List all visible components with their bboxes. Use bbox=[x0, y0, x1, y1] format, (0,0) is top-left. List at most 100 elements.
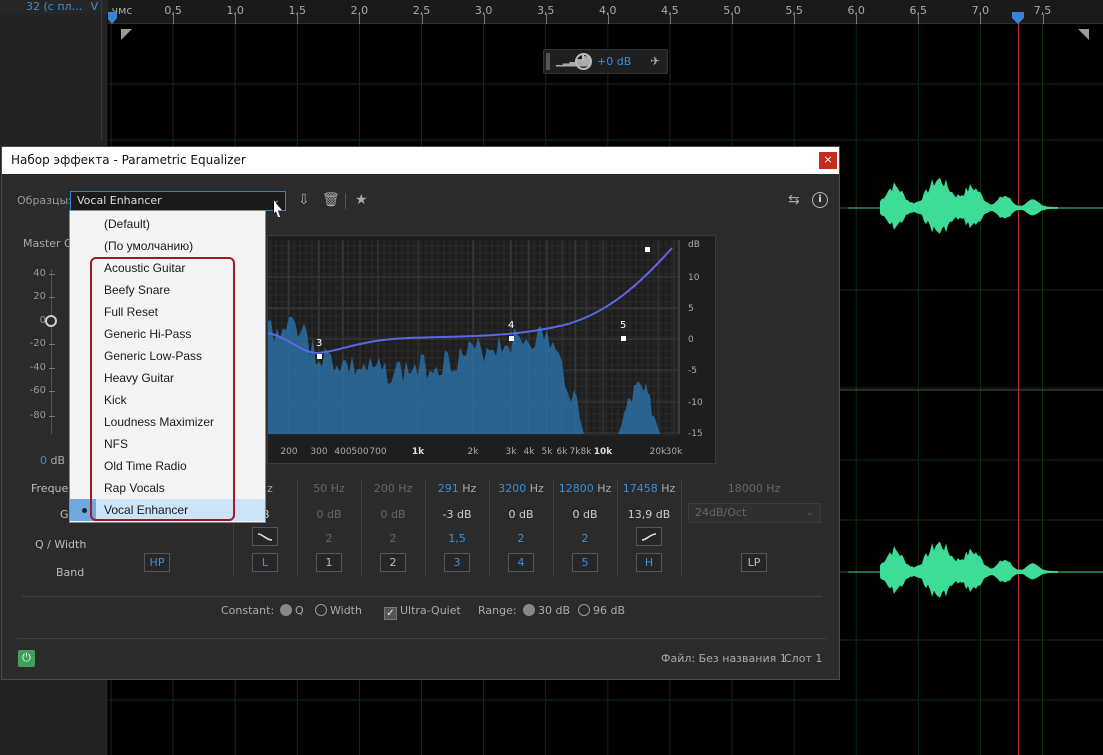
preset-option-label: NFS bbox=[104, 437, 128, 451]
band-frequency[interactable]: 200 Hz bbox=[361, 482, 425, 495]
band-button-h[interactable]: H bbox=[636, 553, 662, 572]
preset-option[interactable]: (Default) bbox=[70, 213, 265, 235]
band-gain-value: 0 bbox=[380, 508, 388, 521]
preset-option[interactable]: Generic Low-Pass bbox=[70, 345, 265, 367]
slope-select[interactable]: 24dB/Oct ⌄ bbox=[688, 503, 821, 523]
preset-option[interactable]: (По умолчанию) bbox=[70, 235, 265, 257]
preset-option[interactable]: Old Time Radio bbox=[70, 455, 265, 477]
track-label-extra: V bbox=[90, 0, 99, 13]
presets-dropdown[interactable]: Vocal Enhancer Rap Vocals Old Time Radio NF… bbox=[69, 210, 266, 523]
band-frequency-value: 17458 bbox=[622, 482, 658, 495]
db-unit: dB bbox=[326, 508, 342, 521]
band-frequency[interactable]: 50 Hz bbox=[297, 482, 361, 495]
band-q[interactable]: 2 bbox=[489, 532, 553, 545]
master-gain-knob[interactable] bbox=[45, 315, 57, 327]
band-button-2[interactable]: 2 bbox=[380, 553, 406, 572]
info-icon[interactable]: i bbox=[812, 192, 828, 208]
band-button-5[interactable]: 5 bbox=[572, 553, 598, 572]
constant-width-radio[interactable]: Width bbox=[315, 604, 362, 617]
master-gain-value[interactable]: 0 dB bbox=[40, 454, 65, 467]
scale-tick bbox=[49, 297, 55, 298]
presets-select[interactable]: Vocal Enhancer ⌄ bbox=[70, 191, 286, 211]
band-frequency[interactable]: 3200 Hz bbox=[489, 482, 553, 495]
preset-option[interactable]: Kick bbox=[70, 389, 265, 411]
band-frequency-value: 12800 bbox=[558, 482, 594, 495]
band-frequency[interactable]: 18000 Hz bbox=[722, 482, 786, 495]
trash-icon[interactable]: 🗑 bbox=[322, 192, 340, 208]
constant-label: Constant: bbox=[221, 604, 275, 617]
star-icon[interactable]: ★ bbox=[355, 192, 368, 208]
graph-hz-label: 8k bbox=[581, 447, 593, 457]
preset-option-label: Beefy Snare bbox=[104, 283, 171, 297]
hz-unit: Hz bbox=[661, 482, 676, 495]
divider bbox=[17, 638, 827, 639]
routing-icon[interactable]: ⇆ bbox=[788, 192, 800, 208]
preset-option[interactable]: Generic Hi-Pass bbox=[70, 323, 265, 345]
selection-marker bbox=[70, 213, 96, 235]
toolbar-separator bbox=[345, 193, 346, 209]
ultra-quiet-checkbox[interactable]: ✓ Ultra-Quiet bbox=[384, 604, 461, 620]
hp-button[interactable]: HP bbox=[144, 553, 170, 572]
preset-option-label: Rap Vocals bbox=[104, 481, 165, 495]
band-gain[interactable]: -3 dB bbox=[425, 508, 489, 521]
power-icon[interactable]: ⏻ bbox=[18, 650, 35, 667]
band-frequency[interactable]: 12800 Hz bbox=[553, 482, 617, 495]
low-shelf-icon[interactable] bbox=[252, 527, 278, 546]
band-gain[interactable]: 0 dB bbox=[553, 508, 617, 521]
range-30-radio[interactable]: 30 dB bbox=[523, 604, 570, 617]
preset-option-label: Full Reset bbox=[104, 305, 159, 319]
preset-option[interactable]: Full Reset bbox=[70, 301, 265, 323]
band-q[interactable]: 2 bbox=[297, 532, 361, 545]
band-q[interactable]: 2 bbox=[361, 532, 425, 545]
scale-tick bbox=[49, 416, 55, 417]
preset-option-label: Loudness Maximizer bbox=[104, 415, 215, 429]
range-96-radio[interactable]: 96 dB bbox=[578, 604, 625, 617]
band-frequency[interactable]: 291 Hz bbox=[425, 482, 489, 495]
selection-marker bbox=[70, 301, 96, 323]
graph-db-label: 10 bbox=[688, 273, 700, 283]
high-shelf-icon[interactable] bbox=[636, 527, 662, 546]
preset-option[interactable]: NFS bbox=[70, 433, 265, 455]
graph-hz-label: 1k bbox=[412, 447, 425, 457]
eq-curve-plot[interactable]: 3 4 5 dB 10 5 0 -5 -10 -15 200 300 400 500 700 1k 2k 3k 4k… bbox=[268, 236, 717, 465]
eq-graph[interactable]: 3 4 5 dB 10 5 0 -5 -10 -15 200 300 400 500 700 1k 2k 3k 4k… bbox=[267, 235, 716, 464]
range-96-label: 96 dB bbox=[593, 604, 626, 617]
preset-option[interactable]: Loudness Maximizer bbox=[70, 411, 265, 433]
band-button-1[interactable]: 1 bbox=[316, 553, 342, 572]
band-frequency[interactable]: 17458 Hz bbox=[617, 482, 681, 495]
master-gain-track[interactable] bbox=[51, 269, 52, 434]
band-separator bbox=[681, 480, 682, 577]
hz-unit: Hz bbox=[597, 482, 612, 495]
band-button-l[interactable]: L bbox=[252, 553, 278, 572]
presets-select-value: Vocal Enhancer bbox=[77, 194, 162, 207]
slope-value: 24dB/Oct bbox=[695, 506, 747, 519]
scale-tick bbox=[49, 344, 55, 345]
preset-option[interactable]: Heavy Guitar bbox=[70, 367, 265, 389]
band-gain[interactable]: 0 dB bbox=[297, 508, 361, 521]
track-header[interactable]: 32 (с пл… V bbox=[0, 0, 108, 14]
dialog-titlebar[interactable]: Набор эффекта - Parametric Equalizer × bbox=[2, 147, 839, 174]
band-button-4[interactable]: 4 bbox=[508, 553, 534, 572]
master-gain-scale-label: -80 bbox=[29, 410, 46, 421]
close-button[interactable]: × bbox=[819, 152, 837, 169]
band-q[interactable]: 1,5 bbox=[425, 532, 489, 545]
eq-band-point-label: 4 bbox=[508, 320, 514, 331]
band-gain[interactable]: 0 dB bbox=[489, 508, 553, 521]
preset-option[interactable]: Beefy Snare bbox=[70, 279, 265, 301]
band-q[interactable]: 2 bbox=[553, 532, 617, 545]
preset-option[interactable]: Acoustic Guitar bbox=[70, 257, 265, 279]
band-button-3[interactable]: 3 bbox=[444, 553, 470, 572]
save-preset-icon[interactable]: ⇩ bbox=[298, 192, 310, 208]
band-gain[interactable]: 0 dB bbox=[361, 508, 425, 521]
selection-marker bbox=[70, 477, 96, 499]
preset-option[interactable]: Vocal Enhancer bbox=[70, 499, 265, 521]
graph-hz-label: 30k bbox=[666, 447, 683, 457]
preset-option[interactable]: Rap Vocals bbox=[70, 477, 265, 499]
band-button-lp[interactable]: LP bbox=[741, 553, 767, 572]
master-gain-scale-label: 0 bbox=[39, 315, 46, 326]
preset-option-label: (По умолчанию) bbox=[104, 239, 194, 253]
constant-q-radio[interactable]: Q bbox=[280, 604, 304, 617]
graph-hz-label: 500 bbox=[351, 447, 368, 457]
band-gain[interactable]: 13,9 dB bbox=[617, 508, 681, 521]
master-gain-unit: dB bbox=[50, 454, 66, 467]
